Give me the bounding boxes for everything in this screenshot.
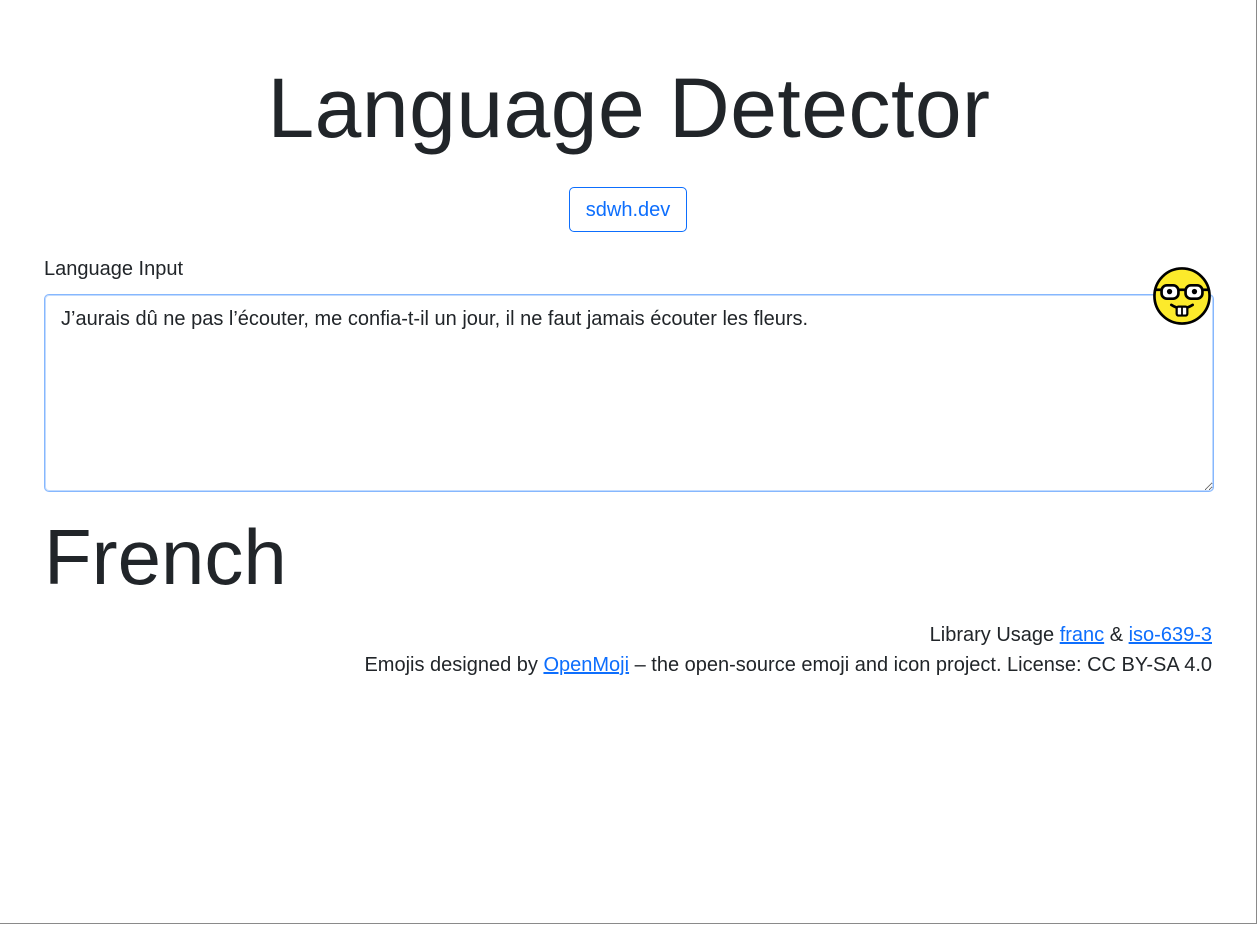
library-usage-line: Library Usage franc & iso-639-3 <box>112 620 1212 650</box>
detected-language: French <box>44 513 287 601</box>
site-link-button[interactable]: sdwh.dev <box>569 187 687 232</box>
iso-639-3-link[interactable]: iso-639-3 <box>1129 624 1212 646</box>
page: Language Detector sdwh.dev Language Inpu… <box>0 0 1257 924</box>
language-input[interactable] <box>44 294 1214 492</box>
library-separator: & <box>1104 624 1129 646</box>
language-input-container <box>44 294 1214 492</box>
library-usage-prefix: Library Usage <box>929 624 1060 646</box>
nerd-face-icon <box>1153 267 1211 325</box>
emoji-credit-line: Emojis designed by OpenMoji – the open-s… <box>112 650 1212 680</box>
franc-link[interactable]: franc <box>1060 624 1104 646</box>
footer: Library Usage franc & iso-639-3 Emojis d… <box>112 620 1212 680</box>
openmoji-link[interactable]: OpenMoji <box>543 654 629 676</box>
emoji-credit-suffix: – the open-source emoji and icon project… <box>629 654 1212 676</box>
page-title: Language Detector <box>267 61 991 155</box>
emoji-credit-prefix: Emojis designed by <box>364 654 544 676</box>
language-input-label: Language Input <box>44 258 184 280</box>
